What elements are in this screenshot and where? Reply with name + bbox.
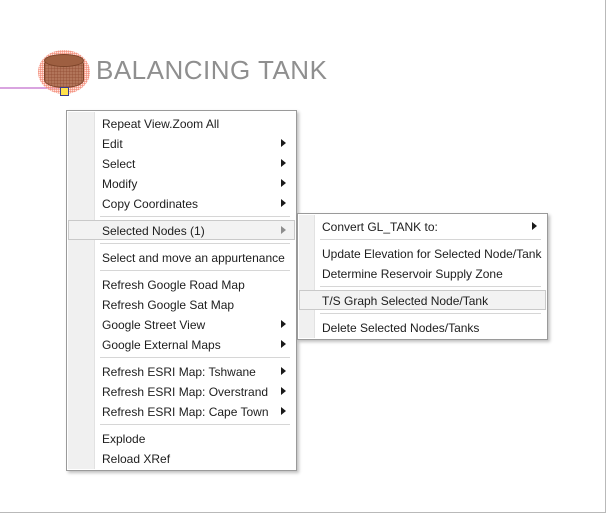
menu-item-label: Explode bbox=[102, 432, 146, 446]
menu-item-label: Refresh Google Road Map bbox=[102, 278, 245, 292]
menu-item-label: Reload XRef bbox=[102, 452, 171, 466]
chevron-right-icon bbox=[281, 199, 286, 207]
chevron-right-icon bbox=[281, 226, 286, 234]
screenshot-canvas: BALANCING TANK Repeat View.Zoom All Edit S… bbox=[0, 0, 606, 513]
menu-item-label: Select and move an appurtenance bbox=[102, 251, 285, 265]
context-menu-items: Repeat View.Zoom All Edit Select Modify Copy… bbox=[67, 113, 296, 468]
menu-item-label: Google Street View bbox=[102, 318, 206, 332]
chevron-right-icon bbox=[281, 179, 286, 187]
chevron-right-icon bbox=[281, 387, 286, 395]
submenu-item-t-s-graph-selected-node-tank[interactable]: T/S Graph Selected Node/Tank bbox=[299, 290, 546, 310]
tank-cylinder-icon[interactable] bbox=[38, 50, 90, 98]
menu-item-label: Convert GL_TANK to: bbox=[322, 220, 438, 234]
context-menu-item-selected-nodes-1[interactable]: Selected Nodes (1) bbox=[68, 220, 295, 240]
selected-nodes-submenu[interactable]: Convert GL_TANK to: Update Elevation for … bbox=[297, 213, 548, 340]
menu-item-label: Selected Nodes (1) bbox=[102, 224, 205, 238]
chevron-right-icon bbox=[281, 139, 286, 147]
chevron-right-icon bbox=[281, 159, 286, 167]
grip-square-icon[interactable] bbox=[60, 87, 69, 96]
menu-separator bbox=[100, 216, 290, 217]
menu-item-label: T/S Graph Selected Node/Tank bbox=[322, 294, 489, 308]
context-menu-item-google-external-maps[interactable]: Google External Maps bbox=[68, 334, 295, 354]
context-menu-item-refresh-esri-map-tshwane[interactable]: Refresh ESRI Map: Tshwane bbox=[68, 361, 295, 381]
menu-item-label: Modify bbox=[102, 177, 138, 191]
menu-separator bbox=[320, 239, 541, 240]
menu-item-label: Select bbox=[102, 157, 136, 171]
submenu-item-delete-selected-nodes-tanks[interactable]: Delete Selected Nodes/Tanks bbox=[299, 317, 546, 337]
context-menu-item-repeat-view-zoom-all[interactable]: Repeat View.Zoom All bbox=[68, 113, 295, 133]
submenu-item-update-elevation-for-selected-node-tank[interactable]: Update Elevation for Selected Node/Tank bbox=[299, 243, 546, 263]
context-menu-item-select[interactable]: Select bbox=[68, 153, 295, 173]
page-title: BALANCING TANK bbox=[96, 55, 328, 85]
context-menu-item-modify[interactable]: Modify bbox=[68, 173, 295, 193]
context-menu-item-reload-xref[interactable]: Reload XRef bbox=[68, 448, 295, 468]
context-menu-item-copy-coordinates[interactable]: Copy Coordinates bbox=[68, 193, 295, 213]
menu-item-label: Delete Selected Nodes/Tanks bbox=[322, 321, 480, 335]
menu-item-label: Determine Reservoir Supply Zone bbox=[322, 267, 503, 281]
chevron-right-icon bbox=[281, 320, 286, 328]
menu-item-label: Refresh ESRI Map: Cape Town bbox=[102, 405, 269, 419]
submenu-item-determine-reservoir-supply-zone[interactable]: Determine Reservoir Supply Zone bbox=[299, 263, 546, 283]
menu-item-label: Refresh Google Sat Map bbox=[102, 298, 235, 312]
menu-separator bbox=[100, 424, 290, 425]
menu-item-label: Refresh ESRI Map: Tshwane bbox=[102, 365, 256, 379]
menu-separator bbox=[100, 357, 290, 358]
menu-separator bbox=[100, 270, 290, 271]
chevron-right-icon bbox=[281, 367, 286, 375]
menu-item-label: Refresh ESRI Map: Overstrand bbox=[102, 385, 269, 399]
context-menu-item-edit[interactable]: Edit bbox=[68, 133, 295, 153]
context-menu-item-refresh-google-road-map[interactable]: Refresh Google Road Map bbox=[68, 274, 295, 294]
menu-item-label: Repeat View.Zoom All bbox=[102, 117, 220, 131]
chevron-right-icon bbox=[281, 340, 286, 348]
menu-item-label: Edit bbox=[102, 137, 123, 151]
context-menu-item-refresh-google-sat-map[interactable]: Refresh Google Sat Map bbox=[68, 294, 295, 314]
context-menu-item-google-street-view[interactable]: Google Street View bbox=[68, 314, 295, 334]
menu-item-label: Google External Maps bbox=[102, 338, 221, 352]
chevron-right-icon bbox=[532, 222, 537, 230]
menu-item-label: Update Elevation for Selected Node/Tank bbox=[322, 247, 542, 261]
selected-nodes-submenu-items: Convert GL_TANK to: Update Elevation for … bbox=[298, 216, 547, 337]
tank-top-ellipse-icon bbox=[44, 54, 84, 67]
context-menu-item-select-and-move-an-appurtenance[interactable]: Select and move an appurtenance bbox=[68, 247, 295, 267]
context-menu-item-explode[interactable]: Explode bbox=[68, 428, 295, 448]
context-menu-item-refresh-esri-map-overstrand[interactable]: Refresh ESRI Map: Overstrand bbox=[68, 381, 295, 401]
menu-item-label: Copy Coordinates bbox=[102, 197, 199, 211]
submenu-item-convert-gl-tank-to[interactable]: Convert GL_TANK to: bbox=[299, 216, 546, 236]
menu-separator bbox=[320, 286, 541, 287]
context-menu[interactable]: Repeat View.Zoom All Edit Select Modify Copy… bbox=[66, 110, 297, 471]
chevron-right-icon bbox=[281, 407, 286, 415]
menu-separator bbox=[320, 313, 541, 314]
context-menu-item-refresh-esri-map-cape-town[interactable]: Refresh ESRI Map: Cape Town bbox=[68, 401, 295, 421]
menu-separator bbox=[100, 243, 290, 244]
